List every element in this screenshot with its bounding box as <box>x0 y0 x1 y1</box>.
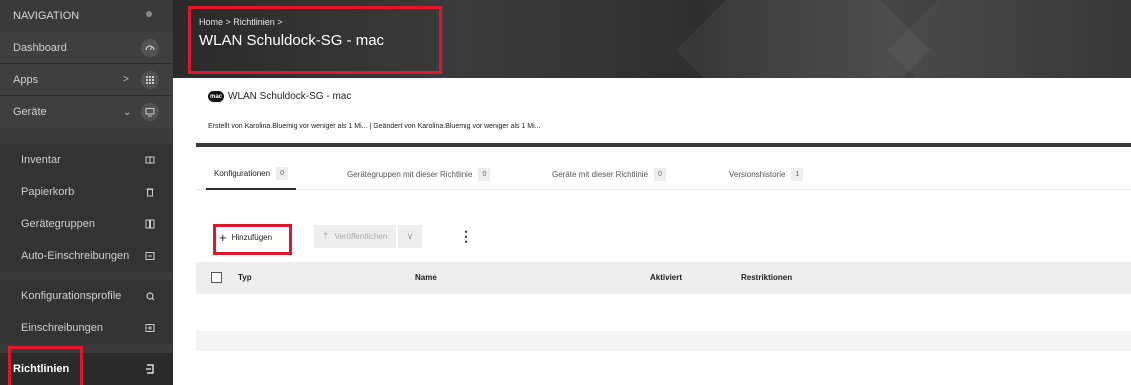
highlight-richtlinien <box>8 346 83 385</box>
highlight-title <box>188 6 442 74</box>
enrollment-icon <box>141 319 159 337</box>
policy-meta: Erstellt von Karolina.Bluemig vor wenige… <box>208 123 541 130</box>
tab-count-badge: 1 <box>791 167 804 181</box>
column-header-aktiviert[interactable]: Aktiviert <box>650 273 682 282</box>
sidebar: NAVIGATION Dashboard Apps > Geräte ⌄ Inv… <box>0 0 173 385</box>
dashboard-icon <box>141 39 159 57</box>
policy-icon <box>141 360 159 378</box>
tab-label: Konfigurationen <box>214 168 271 178</box>
tab-versionshistorie[interactable]: Versionshistorie 1 <box>729 158 804 190</box>
mac-logo-icon: mac <box>208 91 224 102</box>
tab-geraetegruppen[interactable]: Gerätegruppen mit dieser Richtlinie 0 <box>347 158 491 190</box>
column-header-restriktionen[interactable]: Restriktionen <box>741 273 792 282</box>
sidebar-item-label: Gerätegruppen <box>21 218 95 230</box>
sidebar-item-papierkorb[interactable]: Papierkorb <box>0 176 173 208</box>
select-all-checkbox[interactable] <box>211 272 222 283</box>
auto-enroll-icon <box>141 247 159 265</box>
sidebar-item-dashboard[interactable]: Dashboard <box>0 32 173 64</box>
tab-count-badge: 0 <box>276 166 289 180</box>
tab-label: Geräte mit dieser Richtlinie <box>552 169 649 179</box>
tab-label: Versionshistorie <box>729 169 786 179</box>
sidebar-item-geraete[interactable]: Geräte ⌄ <box>0 96 173 128</box>
sidebar-item-apps[interactable]: Apps > <box>0 64 173 96</box>
sidebar-item-label: Auto-Einschreibungen <box>21 250 130 262</box>
table-header: Typ Name Aktiviert Restriktionen <box>196 262 1131 294</box>
sidebar-item-label: Apps <box>13 73 39 86</box>
collapse-dot-icon[interactable] <box>146 11 152 17</box>
column-header-typ[interactable]: Typ <box>238 273 252 282</box>
sidebar-item-auto-einschreibungen[interactable]: Auto-Einschreibungen <box>0 240 173 272</box>
publish-dropdown-button[interactable]: ∨ <box>398 225 422 248</box>
table-row-empty <box>196 331 1131 351</box>
sidebar-header-label: NAVIGATION <box>13 10 80 22</box>
sidebar-item-label: Inventar <box>21 154 61 166</box>
sidebar-item-label: Einschreibungen <box>21 322 103 334</box>
tab-konfigurationen[interactable]: Konfigurationen 0 <box>206 158 297 190</box>
chevron-down-icon: ∨ <box>406 231 414 241</box>
policy-info-card: mac WLAN Schuldock-SG - mac Erstellt von… <box>196 83 1131 147</box>
tab-label: Gerätegruppen mit dieser Richtlinie <box>347 169 473 179</box>
publish-button-label: Veröffentlichen <box>334 232 388 241</box>
sidebar-header: NAVIGATION <box>0 0 173 32</box>
grid-icon <box>141 71 159 89</box>
sidebar-item-label: Papierkorb <box>21 186 75 198</box>
config-profile-icon <box>141 287 159 305</box>
more-options-button[interactable]: ⋮ <box>459 227 473 247</box>
tab-count-badge: 0 <box>654 167 667 181</box>
sidebar-item-label: Dashboard <box>13 41 67 54</box>
sidebar-item-geraetegruppen[interactable]: Gerätegruppen <box>0 208 173 240</box>
sidebar-item-konfigurationsprofile[interactable]: Konfigurationsprofile <box>0 280 173 312</box>
inventory-icon <box>141 151 159 169</box>
trash-icon <box>141 183 159 201</box>
column-header-name[interactable]: Name <box>415 273 437 282</box>
device-groups-icon <box>141 215 159 233</box>
policy-info-title: WLAN Schuldock-SG - mac <box>228 91 352 102</box>
banner-decoration <box>887 0 1131 78</box>
upload-icon: ⇡ <box>322 231 330 241</box>
banner-decoration <box>675 0 931 78</box>
tab-bar: Konfigurationen 0 Gerätegruppen mit dies… <box>196 158 1131 190</box>
chevron-down-icon: ⌄ <box>123 106 132 118</box>
sidebar-item-label: Konfigurationsprofile <box>21 290 122 302</box>
publish-button[interactable]: ⇡ Veröffentlichen <box>314 225 396 248</box>
sidebar-item-inventar[interactable]: Inventar <box>0 144 173 176</box>
sidebar-item-label: Geräte <box>13 106 47 118</box>
sidebar-item-einschreibungen[interactable]: Einschreibungen <box>0 312 173 344</box>
policy-info-title-row: mac WLAN Schuldock-SG - mac <box>208 91 351 102</box>
devices-icon <box>141 103 159 121</box>
tab-geraete[interactable]: Geräte mit dieser Richtlinie 0 <box>552 158 667 190</box>
chevron-right-icon: > <box>123 74 129 85</box>
highlight-add-button <box>213 224 292 255</box>
tab-count-badge: 0 <box>478 167 491 181</box>
